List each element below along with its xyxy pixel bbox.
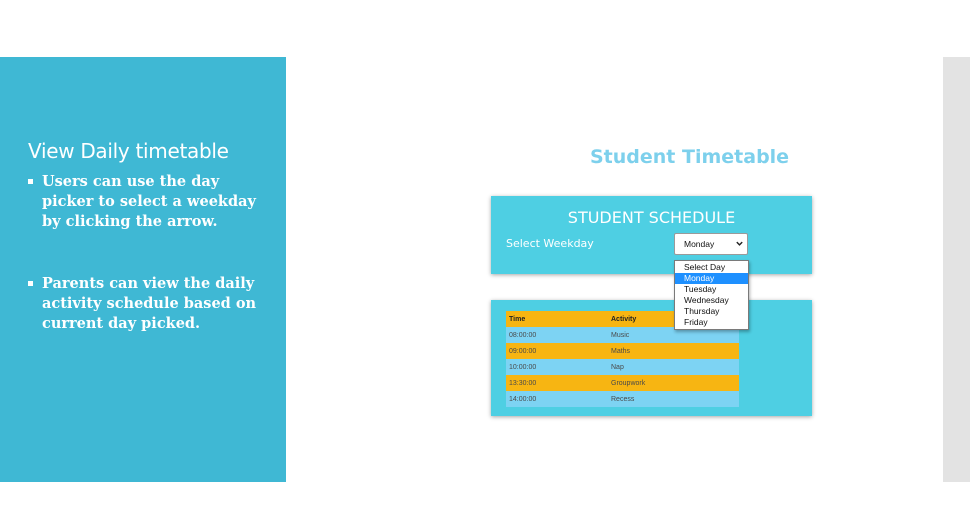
table-row: 09:00:00 Maths	[506, 343, 739, 359]
schedule-title: STUDENT SCHEDULE	[567, 208, 736, 227]
weekday-select[interactable]: Monday	[674, 233, 748, 255]
dropdown-option[interactable]: Tuesday	[675, 284, 748, 295]
cell-time: 14:00:00	[506, 391, 608, 407]
page-heading: Student Timetable	[590, 146, 790, 168]
dropdown-option[interactable]: Select Day	[675, 262, 748, 273]
dropdown-option[interactable]: Wednesday	[675, 295, 748, 306]
schedule-card: STUDENT SCHEDULE Select Weekday Monday	[491, 196, 812, 274]
bullet-text: Users can use the day picker to select a…	[42, 173, 256, 230]
slide-title: View Daily timetable	[28, 139, 229, 163]
square-bullet-icon	[28, 281, 33, 286]
cell-activity: Groupwork	[608, 375, 739, 391]
cell-activity: Nap	[608, 359, 739, 375]
table-row: 10:00:00 Nap	[506, 359, 739, 375]
cell-time: 08:00:00	[506, 327, 608, 343]
weekday-dropdown-list: Select Day Monday Tuesday Wednesday Thur…	[674, 260, 749, 330]
chevron-down-icon	[736, 241, 743, 246]
header-time: Time	[506, 311, 608, 327]
dropdown-option[interactable]: Friday	[675, 317, 748, 328]
weekday-label: Select Weekday	[506, 237, 594, 250]
cell-time: 09:00:00	[506, 343, 608, 359]
table-row: 13:30:00 Groupwork	[506, 375, 739, 391]
bullet-text: Parents can view the daily activity sche…	[42, 275, 257, 332]
cell-activity: Recess	[608, 391, 739, 407]
cell-time: 10:00:00	[506, 359, 608, 375]
square-bullet-icon	[28, 179, 33, 184]
table-row: 14:00:00 Recess	[506, 391, 739, 407]
weekday-select-value: Monday	[684, 239, 715, 249]
right-side-strip	[943, 57, 970, 482]
bullet-list: Users can use the day picker to select a…	[28, 172, 263, 334]
cell-activity: Maths	[608, 343, 739, 359]
timetable-card: Time Activity 08:00:00 Music 09:00:00 Ma…	[491, 300, 812, 416]
bullet-item: Users can use the day picker to select a…	[28, 172, 263, 232]
cell-time: 13:30:00	[506, 375, 608, 391]
dropdown-option[interactable]: Thursday	[675, 306, 748, 317]
bullet-item: Parents can view the daily activity sche…	[28, 274, 263, 334]
dropdown-option-selected[interactable]: Monday	[675, 273, 748, 284]
